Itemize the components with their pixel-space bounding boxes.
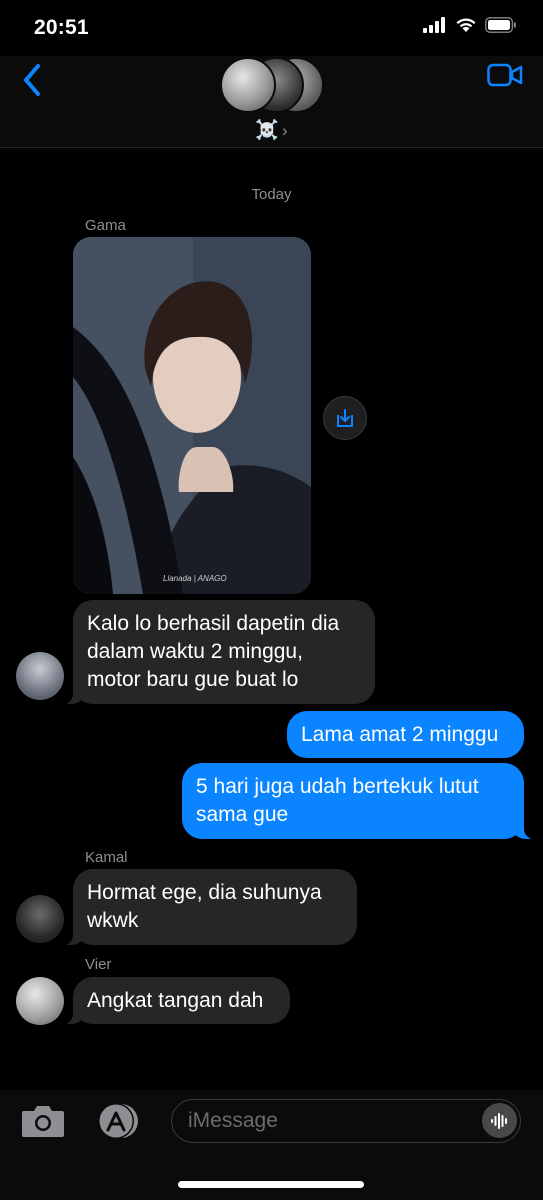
sender-name: Vier <box>85 956 112 973</box>
chevron-right-icon: › <box>282 121 288 140</box>
avatar[interactable] <box>16 895 64 943</box>
audio-waveform-icon <box>490 1112 507 1129</box>
save-download-icon <box>337 409 353 427</box>
app-store-icon[interactable] <box>94 1102 142 1140</box>
message-input[interactable] <box>188 1100 478 1141</box>
group-name-label: ☠️ <box>255 120 279 141</box>
message-bubble-outgoing[interactable]: 5 hari juga udah bertekuk lutut sama gue <box>182 763 536 839</box>
photo-image <box>73 237 311 594</box>
avatar[interactable] <box>16 977 64 1025</box>
photo-caption: Llanada | ANAGO <box>163 574 227 583</box>
message-input-field[interactable] <box>171 1099 521 1143</box>
status-icons <box>423 17 517 33</box>
home-indicator <box>178 1181 364 1188</box>
audio-message-button[interactable] <box>482 1103 517 1138</box>
date-separator: Today <box>251 186 292 203</box>
avatar[interactable] <box>16 652 64 700</box>
status-bar: 20:51 <box>0 0 543 56</box>
share-button[interactable] <box>323 396 367 440</box>
group-member-avatar <box>220 57 276 113</box>
message-bubble-incoming[interactable]: Angkat tangan dah <box>61 977 290 1024</box>
video-camera-icon[interactable] <box>487 62 523 88</box>
conversation-header: ☠️ › <box>0 56 543 148</box>
group-avatar-stack[interactable] <box>220 57 324 113</box>
group-name[interactable]: ☠️ › <box>0 118 543 142</box>
message-bubble-incoming[interactable]: Hormat ege, dia suhunya wkwk <box>61 869 357 945</box>
sender-name: Kamal <box>85 849 128 866</box>
photo-attachment[interactable]: Llanada | ANAGO <box>73 237 311 594</box>
back-chevron-icon[interactable] <box>18 60 48 100</box>
battery-icon <box>485 17 516 33</box>
message-bubble-incoming[interactable]: Kalo lo berhasil dapetin dia dalam waktu… <box>61 600 375 704</box>
sender-name: Gama <box>85 217 126 234</box>
message-bubble-outgoing[interactable]: Lama amat 2 minggu <box>287 711 524 758</box>
wifi-icon <box>456 18 476 32</box>
camera-icon[interactable] <box>20 1103 66 1139</box>
cellular-signal-icon <box>423 17 445 33</box>
status-time: 20:51 <box>34 16 89 39</box>
